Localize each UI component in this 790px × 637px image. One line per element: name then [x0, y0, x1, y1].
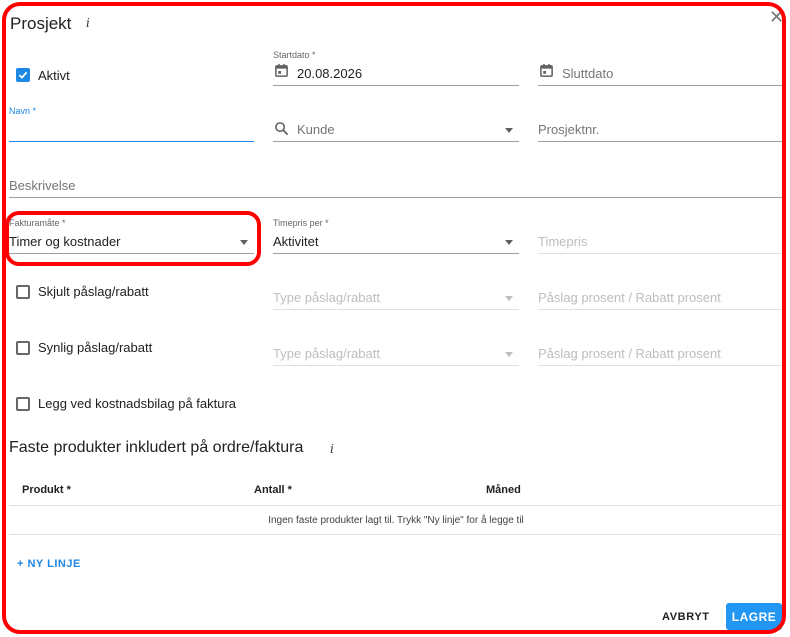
column-header-produkt: Produkt * [22, 484, 71, 496]
skjult-label: Skjult påslag/rabatt [38, 284, 149, 299]
fakturamate-label: Fakturamåte * [9, 218, 66, 228]
navn-input[interactable] [9, 122, 253, 138]
navn-underline [9, 141, 254, 142]
timepris-input: Timepris [538, 234, 588, 249]
table-bottom-divider [9, 534, 783, 535]
highlight-outline [2, 2, 786, 634]
calendar-icon[interactable] [539, 63, 554, 78]
synlig-label: Synlig påslag/rabatt [38, 340, 153, 355]
synlig-type-select: Type påslag/rabatt [273, 346, 380, 361]
synlig-type-dropdown-icon [505, 352, 513, 357]
search-icon [275, 122, 289, 136]
aktivt-label: Aktivt [38, 68, 70, 83]
skjult-prosent-input: Påslag prosent / Rabatt prosent [538, 290, 721, 305]
dialog-title: Prosjekt [10, 14, 72, 33]
timepris-per-dropdown-icon[interactable] [505, 240, 513, 245]
startdato-underline [273, 85, 519, 86]
table-header-divider [9, 505, 783, 506]
kunde-input[interactable]: Kunde [297, 122, 335, 137]
synlig-type-underline [273, 365, 519, 366]
products-empty-message: Ingen faste produkter lagt til. Trykk "N… [268, 515, 524, 526]
timepris-underline [538, 253, 783, 254]
skjult-type-underline [273, 309, 519, 310]
synlig-prosent-input: Påslag prosent / Rabatt prosent [538, 346, 721, 361]
synlig-checkbox[interactable] [16, 341, 30, 355]
sluttdato-underline [538, 85, 783, 86]
aktivt-checkbox[interactable] [16, 68, 30, 82]
startdato-label: Startdato * [273, 50, 316, 60]
beskrivelse-underline [9, 197, 783, 198]
skjult-type-dropdown-icon [505, 296, 513, 301]
legg-ved-label: Legg ved kostnadsbilag på faktura [38, 396, 237, 411]
fakturamate-underline [9, 253, 254, 254]
info-icon[interactable]: i [86, 16, 90, 30]
navn-label: Navn * [9, 106, 37, 116]
products-section-title: Faste produkter inkludert på ordre/faktu… [9, 439, 304, 456]
check-icon [18, 71, 28, 79]
skjult-checkbox[interactable] [16, 285, 30, 299]
synlig-prosent-underline [538, 365, 783, 366]
fakturamate-dropdown-icon[interactable] [240, 240, 248, 245]
legg-ved-checkbox[interactable] [16, 397, 30, 411]
fakturamate-select[interactable]: Timer og kostnader [9, 234, 121, 249]
project-dialog: Prosjekt i ✕ Aktivt Startdato * 20.08.20… [0, 0, 790, 637]
prosjektnr-input[interactable]: Prosjektnr. [538, 122, 599, 137]
save-button[interactable]: LAGRE [726, 603, 782, 630]
startdato-input[interactable]: 20.08.2026 [297, 66, 362, 81]
close-icon[interactable]: ✕ [769, 8, 784, 26]
column-header-antall: Antall * [254, 484, 292, 496]
timepris-per-label: Timepris per * [273, 218, 329, 228]
kunde-dropdown-icon[interactable] [505, 128, 513, 133]
sluttdato-input[interactable]: Sluttdato [562, 66, 613, 81]
beskrivelse-input[interactable]: Beskrivelse [9, 178, 75, 193]
skjult-prosent-underline [538, 309, 783, 310]
add-line-button[interactable]: + NY LINJE [17, 558, 81, 570]
skjult-type-select: Type påslag/rabatt [273, 290, 380, 305]
timepris-per-underline [273, 253, 519, 254]
timepris-per-select[interactable]: Aktivitet [273, 234, 319, 249]
prosjektnr-underline [538, 141, 783, 142]
kunde-underline [273, 141, 519, 142]
column-header-maned: Måned [486, 484, 521, 496]
info-icon[interactable]: i [330, 442, 334, 456]
calendar-icon[interactable] [274, 63, 289, 78]
cancel-button[interactable]: AVBRYT [662, 611, 710, 623]
